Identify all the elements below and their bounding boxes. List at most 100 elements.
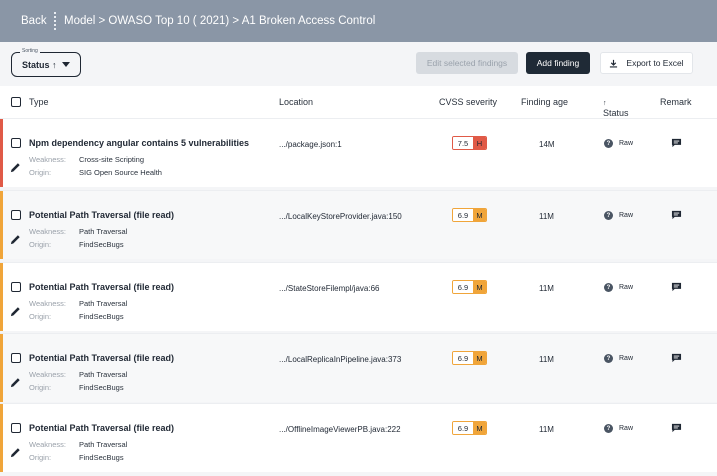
back-link[interactable]: Back xyxy=(21,15,47,27)
add-finding-button[interactable]: Add finding xyxy=(526,52,590,74)
status-badge[interactable]: ? Raw xyxy=(604,283,633,292)
comment-icon[interactable] xyxy=(671,138,682,148)
edit-pencil-icon[interactable] xyxy=(10,377,21,388)
finding-title[interactable]: Npm dependency angular contains 5 vulner… xyxy=(29,138,249,148)
origin-label: Origin: xyxy=(29,453,52,462)
finding-location[interactable]: .../package.json:1 xyxy=(279,140,342,149)
table-row[interactable]: Potential Path Traversal (file read) Weak… xyxy=(0,403,717,472)
column-header-remark[interactable]: Remark xyxy=(660,97,692,107)
cvss-severity: M xyxy=(473,352,486,364)
finding-location[interactable]: .../OfflineImageViewerPB.java:222 xyxy=(279,425,401,434)
cvss-badge: 7.5 H xyxy=(452,136,487,150)
cvss-severity: H xyxy=(473,137,486,149)
finding-title[interactable]: Potential Path Traversal (file read) xyxy=(29,353,174,363)
origin-row: Origin: FindSecBugs xyxy=(29,240,124,249)
finding-age: 11M xyxy=(539,212,554,221)
comment-icon[interactable] xyxy=(671,423,682,433)
cvss-severity: M xyxy=(473,281,486,293)
finding-age: 11M xyxy=(539,425,554,434)
row-checkbox[interactable] xyxy=(11,282,21,292)
origin-label: Origin: xyxy=(29,168,52,177)
column-header-cvss[interactable]: CVSS severity xyxy=(439,97,497,107)
weakness-row: Weakness: Path Traversal xyxy=(29,299,127,308)
comment-icon[interactable] xyxy=(671,353,682,363)
status-label: Raw xyxy=(619,355,634,362)
finding-location[interactable]: .../LocalKeyStoreProvider.java:150 xyxy=(279,212,402,221)
origin-value: FindSecBugs xyxy=(79,453,124,462)
question-icon: ? xyxy=(604,424,613,433)
toolbar: Sorting Status ↑ Edit selected findings … xyxy=(0,42,717,86)
nav-separator xyxy=(54,12,56,30)
origin-value: FindSecBugs xyxy=(79,383,124,392)
finding-location[interactable]: .../LocalReplicaInPipeline.java:373 xyxy=(279,355,401,364)
weakness-value: Cross-site Scripting xyxy=(79,155,145,164)
download-icon xyxy=(610,59,618,68)
status-label: Raw xyxy=(619,425,634,432)
table-header: Type Location CVSS severity Finding age … xyxy=(0,86,717,118)
finding-title[interactable]: Potential Path Traversal (file read) xyxy=(29,423,174,433)
weakness-value: Path Traversal xyxy=(79,370,128,379)
finding-age: 11M xyxy=(539,355,554,364)
weakness-label: Weakness: xyxy=(29,370,66,379)
column-header-status[interactable]: Status ↑ xyxy=(603,97,629,118)
status-badge[interactable]: ? Raw xyxy=(604,354,633,363)
cvss-score: 7.5 xyxy=(453,137,473,149)
finding-title[interactable]: Potential Path Traversal (file read) xyxy=(29,282,174,292)
weakness-label: Weakness: xyxy=(29,440,66,449)
cvss-badge: 6.9 M xyxy=(452,351,487,365)
table-row[interactable]: Potential Path Traversal (file read) Weak… xyxy=(0,262,717,331)
status-label: Raw xyxy=(619,284,634,291)
weakness-value: Path Traversal xyxy=(79,227,128,236)
table-row[interactable]: Potential Path Traversal (file read) Weak… xyxy=(0,190,717,259)
status-badge[interactable]: ? Raw xyxy=(604,139,633,148)
cvss-score: 6.9 xyxy=(453,281,473,293)
status-badge[interactable]: ? Raw xyxy=(604,424,633,433)
origin-value: FindSecBugs xyxy=(79,240,124,249)
weakness-label: Weakness: xyxy=(29,299,66,308)
top-nav-bar: Back Model > OWASO Top 10 ( 2021) > A1 B… xyxy=(0,0,717,42)
row-checkbox[interactable] xyxy=(11,210,21,220)
breadcrumb: Model > OWASO Top 10 ( 2021) > A1 Broken… xyxy=(64,15,376,27)
table-row[interactable]: Potential Path Traversal (file read) Weak… xyxy=(0,333,717,402)
column-header-age[interactable]: Finding age xyxy=(521,97,568,107)
comment-icon[interactable] xyxy=(671,282,682,292)
finding-title[interactable]: Potential Path Traversal (file read) xyxy=(29,210,174,220)
weakness-row: Weakness: Path Traversal xyxy=(29,370,127,379)
origin-label: Origin: xyxy=(29,312,52,321)
edit-pencil-icon[interactable] xyxy=(10,234,21,245)
cvss-severity: M xyxy=(473,422,486,434)
export-to-excel-button[interactable]: Export to Excel xyxy=(600,52,693,74)
question-icon: ? xyxy=(604,211,613,220)
select-all-checkbox[interactable] xyxy=(11,97,21,107)
cvss-score: 6.9 xyxy=(453,422,473,434)
origin-row: Origin: FindSecBugs xyxy=(29,312,124,321)
row-checkbox[interactable] xyxy=(11,138,21,148)
weakness-value: Path Traversal xyxy=(79,440,128,449)
cvss-badge: 6.9 M xyxy=(452,280,487,294)
finding-location[interactable]: .../StateStoreFilempl/java:66 xyxy=(279,284,380,293)
column-header-type[interactable]: Type xyxy=(29,97,49,107)
row-checkbox[interactable] xyxy=(11,353,21,363)
export-label: Export to Excel xyxy=(626,58,684,68)
severity-indicator-bar xyxy=(0,263,3,331)
comment-icon[interactable] xyxy=(671,210,682,220)
origin-row: Origin: FindSecBugs xyxy=(29,383,124,392)
origin-row: Origin: FindSecBugs xyxy=(29,453,124,462)
table-row[interactable]: Npm dependency angular contains 5 vulner… xyxy=(0,118,717,187)
sorting-select[interactable]: Sorting Status ↑ xyxy=(11,48,81,77)
edit-pencil-icon[interactable] xyxy=(10,306,21,317)
sorting-value-text: Status xyxy=(22,60,50,70)
row-checkbox[interactable] xyxy=(11,423,21,433)
origin-row: Origin: SIG Open Source Health xyxy=(29,168,162,177)
chevron-down-icon xyxy=(62,62,70,67)
edit-pencil-icon[interactable] xyxy=(10,162,21,173)
edit-pencil-icon[interactable] xyxy=(10,447,21,458)
column-header-status-label: Status xyxy=(603,108,629,118)
finding-age: 11M xyxy=(539,284,554,293)
column-header-location[interactable]: Location xyxy=(279,97,313,107)
severity-indicator-bar xyxy=(0,334,3,402)
cvss-badge: 6.9 M xyxy=(452,208,487,222)
edit-selected-findings-button[interactable]: Edit selected findings xyxy=(416,52,518,74)
status-badge[interactable]: ? Raw xyxy=(604,211,633,220)
weakness-row: Weakness: Path Traversal xyxy=(29,227,127,236)
